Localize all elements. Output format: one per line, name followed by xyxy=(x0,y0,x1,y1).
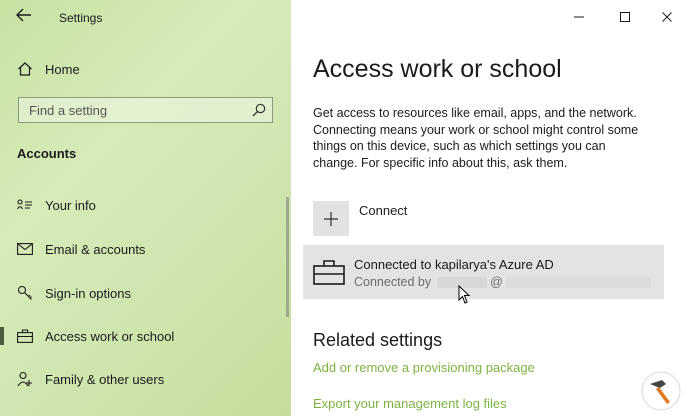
sidebar-item-sign-in-options[interactable]: Sign-in options xyxy=(0,275,291,311)
account-entry[interactable]: Connected to kapilarya's Azure AD Connec… xyxy=(303,245,664,299)
connect-label: Connect xyxy=(359,203,408,218)
back-arrow-icon[interactable] xyxy=(14,8,34,26)
home-icon xyxy=(16,60,34,78)
maximize-icon[interactable] xyxy=(613,6,637,28)
search-input[interactable] xyxy=(19,98,249,122)
nav-home[interactable]: Home xyxy=(16,58,80,80)
section-header-accounts: Accounts xyxy=(17,146,77,161)
selection-indicator xyxy=(0,327,4,345)
sidebar-scrollbar[interactable] xyxy=(286,197,289,317)
at-sign: @ xyxy=(490,275,503,289)
sidebar-item-label: Family & other users xyxy=(45,371,165,387)
hammer-logo-icon xyxy=(640,370,682,412)
sidebar: Settings Home Accounts Your info Email xyxy=(0,0,291,416)
sidebar-item-access-work-or-school[interactable]: Access work or school xyxy=(0,318,291,354)
close-icon[interactable] xyxy=(655,6,679,28)
settings-window: Settings Home Accounts Your info Email xyxy=(0,0,690,416)
main-content: Access work or school Get access to reso… xyxy=(291,0,690,416)
account-connected-by: Connected by @ xyxy=(354,275,651,289)
home-label: Home xyxy=(45,61,80,77)
sidebar-item-email-accounts[interactable]: Email & accounts xyxy=(0,231,291,267)
briefcase-icon xyxy=(313,259,345,285)
page-description: Get access to resources like email, apps… xyxy=(313,106,639,170)
related-settings-header: Related settings xyxy=(313,330,443,350)
account-title: Connected to kapilarya's Azure AD xyxy=(354,257,554,272)
sidebar-item-label: Access work or school xyxy=(45,328,175,344)
sidebar-item-label: Email & accounts xyxy=(45,241,146,257)
redacted-domain xyxy=(505,276,651,288)
person-card-icon xyxy=(16,196,34,214)
sidebar-item-label: Sign-in options xyxy=(45,285,131,301)
mouse-cursor-icon xyxy=(458,284,472,305)
mail-icon xyxy=(16,240,34,258)
plus-icon xyxy=(313,201,349,236)
sidebar-item-family-other-users[interactable]: Family & other users xyxy=(0,361,291,397)
people-icon xyxy=(16,370,34,388)
window-title: Settings xyxy=(59,11,103,25)
key-icon xyxy=(16,284,34,302)
connected-by-prefix: Connected by xyxy=(354,275,432,289)
provisioning-package-link[interactable]: Add or remove a provisioning package xyxy=(313,360,535,375)
search-icon[interactable] xyxy=(252,103,266,117)
export-log-files-link[interactable]: Export your management log files xyxy=(313,396,507,411)
search-box[interactable] xyxy=(18,97,273,123)
sidebar-item-label: Your info xyxy=(45,197,96,213)
minimize-icon[interactable] xyxy=(567,6,591,28)
briefcase-icon xyxy=(16,327,34,345)
sidebar-item-your-info[interactable]: Your info xyxy=(0,187,291,223)
page-title: Access work or school xyxy=(313,55,562,83)
connect-button[interactable]: Connect xyxy=(313,201,407,236)
